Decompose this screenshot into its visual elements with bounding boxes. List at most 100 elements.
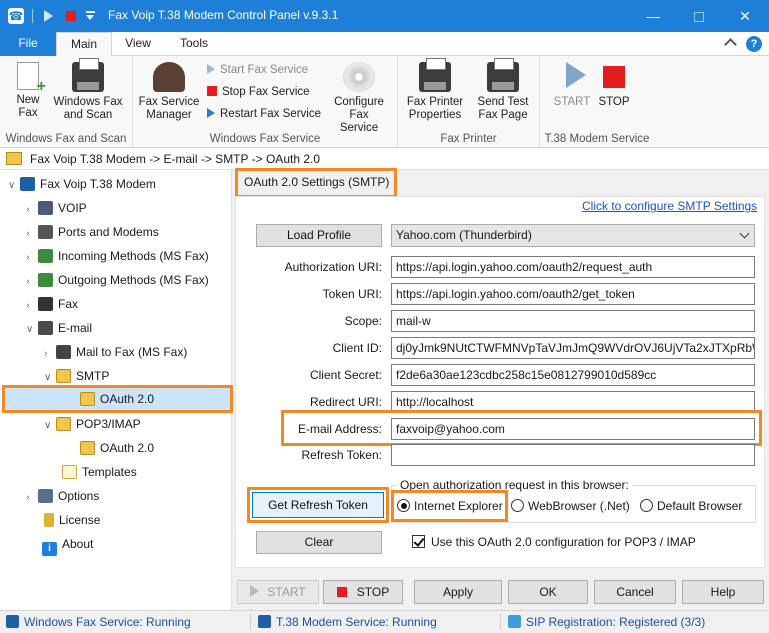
template-icon (62, 465, 77, 479)
tree-item-options[interactable]: › Options (26, 485, 99, 507)
refresh-token-highlight (247, 487, 389, 523)
radio-default-browser[interactable]: Default Browser (640, 498, 742, 514)
ribbon-tab-bar: File Main View Tools ? (0, 32, 769, 57)
configure-fax-service-button[interactable]: Configure Fax Service (329, 62, 389, 135)
tree-item-label: OAuth 2.0 (100, 441, 155, 455)
apply-button[interactable]: Apply (414, 580, 502, 604)
internet-explorer-highlight (391, 490, 508, 522)
stop-service-button[interactable]: STOP (596, 62, 632, 109)
restart-fax-service-button[interactable]: Restart Fax Service (207, 106, 321, 122)
chevron-right-icon[interactable]: › (44, 343, 56, 365)
footer-stop-button[interactable]: STOP (323, 580, 403, 604)
configure-smtp-link[interactable]: Click to configure SMTP Settings (582, 199, 757, 213)
chevron-right-icon[interactable]: › (26, 199, 38, 221)
tab-view[interactable]: View (112, 32, 164, 56)
footer-start-label: START (267, 585, 306, 599)
tree-item-pop3[interactable]: ∨ POP3/IMAP (44, 413, 141, 435)
outgoing-flow-icon (38, 273, 53, 287)
radio-label: WebBrowser (.Net) (528, 499, 630, 513)
ok-button[interactable]: OK (508, 580, 588, 604)
client-secret-input[interactable]: f2de6a30ae123cdbc258c15e0812799010d589cc (391, 364, 755, 386)
tree-item-ports[interactable]: › Ports and Modems (26, 221, 159, 243)
start-fax-service-button[interactable]: Start Fax Service (207, 62, 308, 78)
windows-fax-scan-button[interactable]: Windows Fax and Scan (48, 58, 128, 122)
scope-input[interactable]: mail-w (391, 310, 755, 332)
help-button[interactable]: Help (682, 580, 764, 604)
voip-icon (38, 201, 53, 215)
tab-file[interactable]: File (0, 32, 56, 56)
tree-item-label: Ports and Modems (58, 225, 159, 239)
quick-start-play-icon[interactable] (44, 10, 53, 22)
tree-item-email[interactable]: ∨ E-mail (26, 317, 92, 339)
printer-icon (419, 58, 451, 92)
tab-main[interactable]: Main (56, 32, 112, 57)
minimize-button[interactable]: — (630, 0, 676, 32)
new-fax-button[interactable]: New Fax (6, 62, 50, 120)
chevron-right-icon[interactable]: › (26, 487, 38, 509)
chevron-down-icon[interactable]: ∨ (26, 319, 38, 341)
tree-item-templates[interactable]: Templates (62, 461, 137, 483)
chevron-right-icon[interactable]: › (26, 247, 38, 269)
stop-fax-service-button[interactable]: Stop Fax Service (207, 84, 310, 100)
restart-fax-service-label: Restart Fax Service (220, 108, 321, 120)
tree-item-voip[interactable]: › VOIP (26, 197, 87, 219)
tree-item-about[interactable]: i About (42, 533, 93, 556)
tree-item-incoming[interactable]: › Incoming Methods (MS Fax) (26, 245, 209, 267)
cancel-button[interactable]: Cancel (594, 580, 676, 604)
play-icon (250, 585, 260, 597)
client-id-input[interactable]: dj0yJmk9NUtCTWFMNVpTaVJmJmQ9WVdrOVJ6UjVT… (391, 337, 755, 359)
tree-item-license[interactable]: License (44, 509, 100, 531)
radio-unselected-icon (511, 499, 524, 512)
tree-item-fax[interactable]: › Fax (26, 293, 78, 315)
folder-icon (56, 369, 71, 383)
group-windows-fax-scan: New Fax Windows Fax and Scan Windows Fax… (0, 56, 133, 148)
tree-item-smtp[interactable]: ∨ SMTP (44, 365, 109, 387)
group-fax-printer: Fax Printer Properties Send Test Fax Pag… (398, 56, 540, 148)
title-separator (32, 9, 33, 23)
send-test-fax-page-button[interactable]: Send Test Fax Page (472, 58, 534, 122)
tree-item-pop3-oauth[interactable]: OAuth 2.0 (80, 437, 154, 459)
collapse-ribbon-icon[interactable] (724, 38, 737, 51)
tree-item-label: Options (58, 489, 100, 503)
tree-item-label: Fax (58, 297, 79, 311)
clear-button[interactable]: Clear (256, 531, 382, 554)
fax-printer-properties-button[interactable]: Fax Printer Properties (404, 58, 466, 122)
chevron-down-icon[interactable]: ∨ (8, 175, 20, 197)
app-phone-icon: ☎ (8, 8, 24, 24)
tab-tools[interactable]: Tools (164, 32, 224, 56)
fax-service-manager-button[interactable]: Fax Service Manager (137, 62, 201, 122)
status-fax-service: Windows Fax Service: Running (6, 615, 191, 629)
radio-webbrowser-net[interactable]: WebBrowser (.Net) (511, 498, 630, 514)
footer-start-button[interactable]: START (237, 580, 319, 604)
refresh-token-input[interactable] (391, 444, 755, 466)
chevron-right-icon[interactable]: › (26, 271, 38, 293)
token-uri-input[interactable]: https://api.login.yahoo.com/oauth2/get_t… (391, 283, 755, 305)
profile-select[interactable]: Yahoo.com (Thunderbird) (391, 224, 755, 247)
use-for-pop3-checkbox[interactable]: Use this OAuth 2.0 configuration for POP… (412, 535, 696, 549)
group-label: Windows Fax and Scan (5, 133, 127, 145)
help-icon[interactable]: ? (746, 36, 762, 52)
tree-item-outgoing[interactable]: › Outgoing Methods (MS Fax) (26, 269, 209, 291)
tree-item-label: VOIP (58, 201, 87, 215)
close-button[interactable]: ✕ (722, 0, 768, 32)
quick-stop-icon[interactable] (66, 11, 76, 21)
stop-icon (207, 86, 217, 96)
auth-uri-input[interactable]: https://api.login.yahoo.com/oauth2/reque… (391, 256, 755, 278)
maximize-button[interactable] (676, 0, 722, 32)
phone-icon (258, 615, 271, 628)
cd-icon (343, 62, 375, 92)
tree-item-mail-to-fax[interactable]: › Mail to Fax (MS Fax) (44, 341, 187, 363)
chevron-right-icon[interactable]: › (26, 295, 38, 317)
start-service-button[interactable]: START (552, 62, 592, 109)
breadcrumb: Fax Voip T.38 Modem -> E-mail -> SMTP ->… (30, 152, 321, 166)
scope-label: Scope: (344, 314, 382, 328)
chevron-right-icon[interactable]: › (26, 223, 38, 245)
start-service-label: START (553, 96, 591, 108)
quick-access-dropdown-icon[interactable] (86, 11, 95, 21)
sip-icon (508, 615, 521, 628)
load-profile-button[interactable]: Load Profile (256, 224, 382, 247)
tree-item-root[interactable]: ∨ Fax Voip T.38 Modem (8, 173, 156, 195)
new-fax-icon (17, 62, 46, 93)
chevron-down-icon[interactable]: ∨ (44, 415, 56, 437)
refresh-token-label: Refresh Token: (301, 448, 383, 462)
